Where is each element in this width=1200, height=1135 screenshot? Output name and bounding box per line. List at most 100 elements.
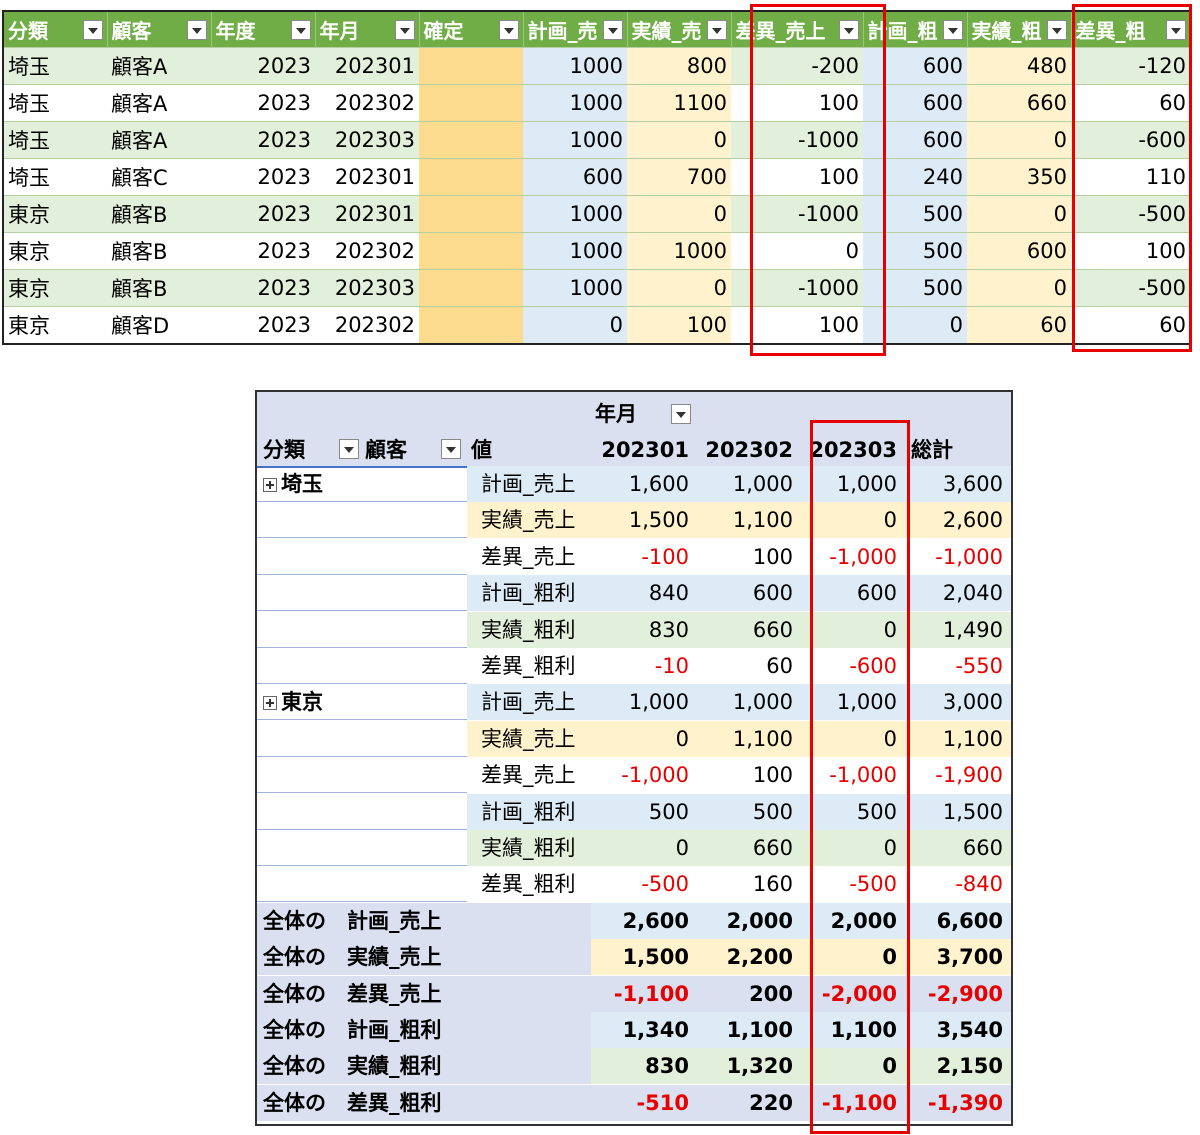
pivot-value-cell[interactable]: 0 xyxy=(801,1048,905,1084)
expand-collapse-icon[interactable] xyxy=(263,696,277,711)
pivot-value-cell[interactable]: -10 xyxy=(587,648,697,684)
table-cell[interactable]: 600 xyxy=(863,47,967,85)
pivot-value-cell[interactable]: 1,000 xyxy=(801,466,905,502)
pivot-value-cell[interactable]: 1,490 xyxy=(905,612,1011,648)
pivot-value-cell[interactable]: 3,000 xyxy=(905,684,1011,720)
table-cell[interactable]: 東京 xyxy=(3,232,107,270)
pivot-value-cell[interactable]: 600 xyxy=(697,575,801,611)
table-cell[interactable]: 顧客C xyxy=(107,158,211,196)
table-cell[interactable]: 顧客A xyxy=(107,121,211,159)
table-cell[interactable]: -500 xyxy=(1071,269,1191,307)
pivot-value-cell[interactable]: 1,100 xyxy=(801,1012,905,1048)
pivot-value-cell[interactable]: -510 xyxy=(587,1085,697,1121)
table-cell[interactable]: 埼玉 xyxy=(3,47,107,85)
filter-dropdown-icon[interactable] xyxy=(82,20,103,40)
pivot-value-cell[interactable]: 500 xyxy=(801,794,905,830)
table-cell[interactable]: 600 xyxy=(523,158,627,196)
table-cell[interactable] xyxy=(419,306,523,344)
table-cell[interactable]: 顧客D xyxy=(107,306,211,344)
pivot-value-cell[interactable]: 830 xyxy=(587,1048,697,1084)
pivot-value-cell[interactable]: 2,200 xyxy=(697,939,801,975)
table-cell[interactable] xyxy=(419,269,523,307)
table-cell[interactable]: 0 xyxy=(627,195,731,233)
table-cell[interactable]: 110 xyxy=(1071,158,1191,196)
table-cell[interactable]: 0 xyxy=(627,121,731,159)
table-cell[interactable]: -1000 xyxy=(731,195,863,233)
pivot-value-cell[interactable]: 2,000 xyxy=(697,903,801,939)
table-cell[interactable]: 600 xyxy=(863,84,967,122)
table-cell[interactable]: 1000 xyxy=(523,47,627,85)
table-cell[interactable]: 500 xyxy=(863,232,967,270)
table-cell[interactable]: 100 xyxy=(731,306,863,344)
table-cell[interactable] xyxy=(419,84,523,122)
table-cell[interactable]: 350 xyxy=(967,158,1071,196)
pivot-value-cell[interactable]: 1,500 xyxy=(587,502,697,538)
pivot-value-cell[interactable]: 1,320 xyxy=(697,1048,801,1084)
pivot-value-cell[interactable]: 1,000 xyxy=(587,684,697,720)
pivot-value-cell[interactable]: 3,600 xyxy=(905,466,1011,502)
table-cell[interactable]: 1000 xyxy=(523,84,627,122)
filter-dropdown-icon[interactable] xyxy=(498,20,519,40)
table-cell[interactable]: 埼玉 xyxy=(3,84,107,122)
pivot-value-cell[interactable]: 3,540 xyxy=(905,1012,1011,1048)
table-cell[interactable]: 500 xyxy=(863,269,967,307)
table-cell[interactable]: 0 xyxy=(731,232,863,270)
pivot-value-cell[interactable]: 1,340 xyxy=(587,1012,697,1048)
pivot-value-cell[interactable]: -1,000 xyxy=(801,539,905,575)
table-cell[interactable]: 100 xyxy=(627,306,731,344)
pivot-value-cell[interactable]: 0 xyxy=(801,939,905,975)
pivot-value-cell[interactable]: 840 xyxy=(587,575,697,611)
table-cell[interactable]: 202302 xyxy=(315,306,419,344)
table-cell[interactable]: -120 xyxy=(1071,47,1191,85)
pivot-value-cell[interactable]: 100 xyxy=(697,539,801,575)
table-cell[interactable]: 480 xyxy=(967,47,1071,85)
pivot-value-cell[interactable]: -1,000 xyxy=(905,539,1011,575)
pivot-value-cell[interactable]: 500 xyxy=(697,794,801,830)
table-cell[interactable]: 600 xyxy=(863,121,967,159)
pivot-value-cell[interactable]: -1,000 xyxy=(801,757,905,793)
pivot-value-cell[interactable]: 1,100 xyxy=(697,502,801,538)
table-cell[interactable]: 202303 xyxy=(315,269,419,307)
table-cell[interactable] xyxy=(419,195,523,233)
pivot-value-cell[interactable]: -840 xyxy=(905,866,1011,902)
table-cell[interactable]: 60 xyxy=(1071,306,1191,344)
table-cell[interactable]: 500 xyxy=(863,195,967,233)
pivot-value-cell[interactable]: 0 xyxy=(587,830,697,866)
filter-dropdown-icon[interactable] xyxy=(1166,20,1186,40)
table-cell[interactable]: -200 xyxy=(731,47,863,85)
table-cell[interactable]: 顧客A xyxy=(107,84,211,122)
table-cell[interactable]: 2023 xyxy=(211,232,315,270)
table-cell[interactable]: 600 xyxy=(967,232,1071,270)
table-cell[interactable]: 0 xyxy=(967,121,1071,159)
pivot-value-cell[interactable]: 1,600 xyxy=(587,466,697,502)
pivot-group-header[interactable]: 東京 xyxy=(263,684,323,720)
pivot-value-cell[interactable]: 1,000 xyxy=(697,466,801,502)
pivot-value-cell[interactable]: 2,150 xyxy=(905,1048,1011,1084)
table-cell[interactable]: 800 xyxy=(627,47,731,85)
pivot-value-cell[interactable]: -500 xyxy=(801,866,905,902)
pivot-value-cell[interactable]: 100 xyxy=(697,757,801,793)
table-cell[interactable]: 1000 xyxy=(523,195,627,233)
pivot-value-cell[interactable]: -500 xyxy=(587,866,697,902)
table-cell[interactable]: 1000 xyxy=(523,269,627,307)
row-field-2-filter-button[interactable] xyxy=(441,439,461,459)
pivot-value-cell[interactable]: 1,500 xyxy=(905,794,1011,830)
pivot-value-cell[interactable]: 160 xyxy=(697,866,801,902)
table-cell[interactable]: 60 xyxy=(1071,84,1191,122)
filter-dropdown-icon[interactable] xyxy=(706,20,727,40)
table-cell[interactable]: 0 xyxy=(967,269,1071,307)
table-cell[interactable] xyxy=(419,121,523,159)
table-cell[interactable]: 1000 xyxy=(523,232,627,270)
pivot-value-cell[interactable]: -600 xyxy=(801,648,905,684)
col-field-filter-button[interactable] xyxy=(671,404,691,424)
table-cell[interactable]: 2023 xyxy=(211,269,315,307)
filter-dropdown-icon[interactable] xyxy=(186,20,207,40)
pivot-value-cell[interactable]: 500 xyxy=(587,794,697,830)
table-cell[interactable]: 2023 xyxy=(211,195,315,233)
pivot-value-cell[interactable]: -2,000 xyxy=(801,976,905,1012)
table-cell[interactable]: 60 xyxy=(967,306,1071,344)
pivot-value-cell[interactable]: 660 xyxy=(697,612,801,648)
table-cell[interactable] xyxy=(419,158,523,196)
table-cell[interactable]: 0 xyxy=(967,195,1071,233)
filter-dropdown-icon[interactable] xyxy=(1046,20,1067,40)
